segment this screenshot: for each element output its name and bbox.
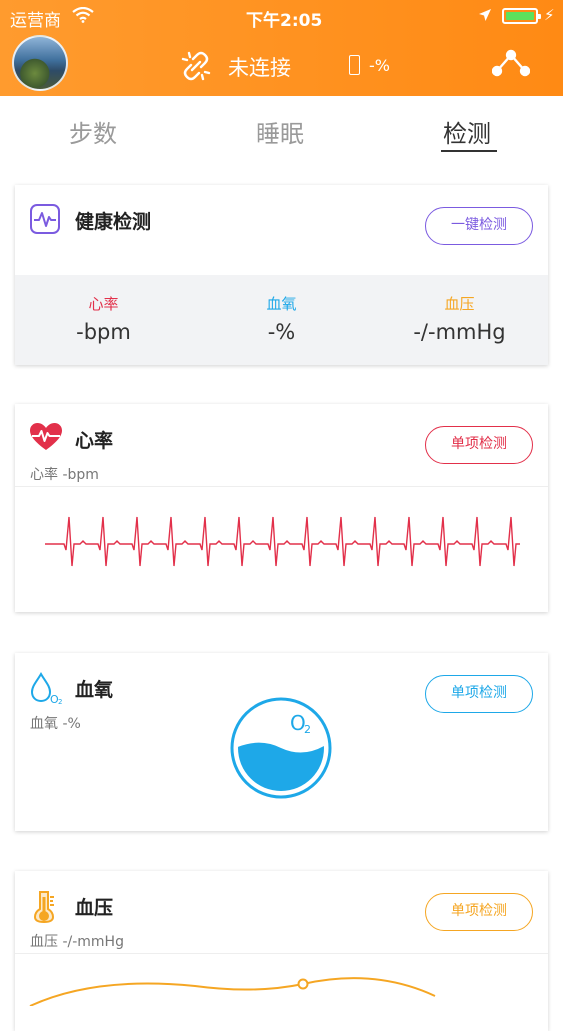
connection-status: 未连接	[228, 56, 291, 80]
divider	[15, 486, 548, 487]
heart-icon	[29, 422, 63, 456]
health-check-title: 健康检测	[75, 211, 152, 233]
blood-oxygen-card: O 2 血氧 血氧 -% 单项检测 O 2	[15, 653, 548, 831]
device-battery-icon	[349, 55, 360, 75]
metric-heart-rate-label: 心率	[88, 295, 119, 313]
blood-pressure-card: 血压 血压 -/-mmHg 单项检测	[15, 871, 548, 1031]
one-click-check-button[interactable]: 一键检测	[425, 207, 533, 245]
metric-blood-pressure-label: 血压	[444, 295, 475, 313]
thermometer-icon	[29, 889, 59, 927]
metric-heart-rate: 心率 -bpm	[15, 275, 192, 344]
metric-blood-pressure: 血压 -/-mmHg	[371, 275, 548, 344]
tab-bar: 步数 睡眠 检测	[0, 96, 563, 164]
blood-pressure-title: 血压	[75, 897, 114, 919]
charging-icon: ⚡	[544, 6, 555, 24]
wifi-icon	[72, 6, 94, 28]
metric-blood-oxygen-value: -%	[267, 320, 296, 344]
clock: 下午2:05	[246, 11, 323, 31]
heart-rate-single-check-button[interactable]: 单项检测	[425, 426, 533, 464]
metric-heart-rate-value: -bpm	[76, 320, 131, 344]
tab-sleep[interactable]: 睡眠	[256, 114, 304, 149]
heart-rate-title: 心率	[75, 430, 114, 452]
device-battery-percent: -%	[369, 56, 390, 75]
gauge-o2-subscript: 2	[304, 723, 311, 736]
app-header: 运营商 下午2:05 ⚡ 未连接 -%	[0, 0, 563, 96]
blood-pressure-single-check-button[interactable]: 单项检测	[425, 893, 533, 931]
blood-oxygen-title: 血氧	[75, 679, 114, 701]
blood-pressure-subtitle: 血压 -/-mmHg	[30, 934, 124, 950]
health-metrics: 心率 -bpm 血氧 -% 血压 -/-mmHg	[15, 275, 548, 365]
tab-steps[interactable]: 步数	[69, 114, 117, 149]
blood-oxygen-single-check-button[interactable]: 单项检测	[425, 675, 533, 713]
svg-text:2: 2	[58, 698, 62, 705]
metric-blood-pressure-value: -/-mmHg	[413, 320, 506, 344]
pulse-icon	[29, 203, 61, 239]
pressure-curve	[29, 977, 436, 1006]
location-icon	[478, 7, 492, 27]
carrier-label: 运营商	[10, 11, 61, 31]
divider	[15, 953, 548, 954]
metric-blood-oxygen-label: 血氧	[266, 295, 297, 313]
unlinked-icon	[180, 50, 212, 86]
heart-rate-card: 心率 心率 -bpm 单项检测	[15, 404, 548, 612]
ecg-waveform	[45, 516, 520, 567]
metric-blood-oxygen: 血氧 -%	[193, 275, 370, 344]
avatar[interactable]	[12, 35, 68, 91]
health-check-card: 健康检测 一键检测 心率 -bpm 血氧 -% 血压 -/-mmHg	[15, 185, 548, 365]
active-tab-indicator	[441, 150, 497, 152]
status-bar: 运营商 下午2:05 ⚡	[0, 0, 563, 32]
heart-rate-subtitle: 心率 -bpm	[30, 467, 99, 483]
battery-icon	[502, 8, 541, 24]
oxygen-drop-icon: O 2	[29, 671, 63, 709]
tab-detection[interactable]: 检测	[443, 114, 491, 149]
oxygen-gauge: O 2	[230, 697, 332, 799]
share-icon[interactable]	[491, 47, 531, 81]
blood-oxygen-subtitle: 血氧 -%	[30, 716, 81, 732]
